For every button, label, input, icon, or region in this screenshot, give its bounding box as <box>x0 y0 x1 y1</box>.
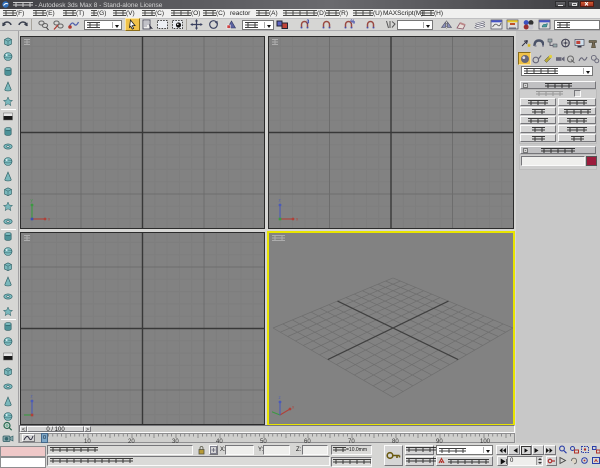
svg-text:z: z <box>279 199 282 203</box>
svg-text:x: x <box>296 217 299 222</box>
svg-text:x: x <box>48 217 51 222</box>
svg-text:%: % <box>351 20 356 26</box>
svg-text:x: x <box>292 404 295 409</box>
svg-text:z: z <box>279 395 282 400</box>
svg-text:3: 3 <box>307 20 310 26</box>
svg-text:z: z <box>31 395 34 399</box>
svg-text:y: y <box>31 199 34 203</box>
